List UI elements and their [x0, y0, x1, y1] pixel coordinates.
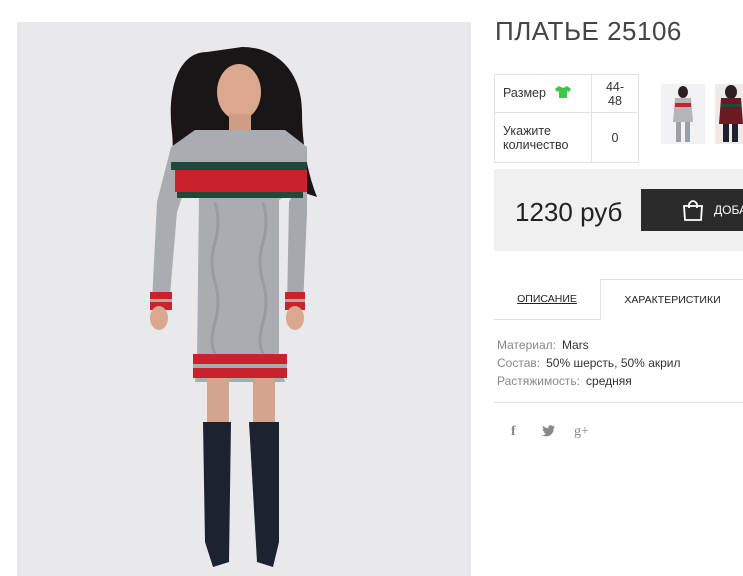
thumbnail-image[interactable] [715, 84, 743, 144]
characteristic-value: средняя [586, 374, 632, 388]
twitter-icon[interactable] [541, 424, 555, 440]
characteristic-row: Состав: 50% шерсть, 50% акрил [497, 354, 681, 372]
tab-characteristics[interactable]: ХАРАКТЕРИСТИКИ [600, 279, 743, 320]
characteristic-key: Растяжимость: [497, 374, 581, 388]
size-value[interactable]: 44-48 [591, 74, 639, 113]
size-label: Размер [503, 85, 546, 100]
tab-characteristics-label: ХАРАКТЕРИСТИКИ [624, 294, 721, 306]
googleplus-icon[interactable]: g+ [574, 424, 589, 440]
tshirt-icon[interactable] [555, 85, 572, 102]
tab-description[interactable]: ОПИСАНИЕ [494, 279, 600, 320]
quantity-label: Укажите количество [494, 112, 592, 163]
characteristic-value: Mars [561, 338, 589, 352]
characteristic-key: Материал: [497, 338, 556, 352]
thumbnail-image[interactable] [661, 84, 705, 144]
add-to-cart-button[interactable]: ДОБА [641, 189, 743, 231]
facebook-icon[interactable]: f [511, 424, 516, 440]
price-box: 1230 руб ДОБА [494, 169, 743, 251]
characteristic-key: Состав: [497, 356, 541, 370]
characteristic-row: Материал: Mars [497, 336, 681, 354]
divider [494, 402, 743, 403]
dress-model-illustration [150, 47, 317, 567]
product-title: ПЛАТЬЕ 25106 [495, 16, 682, 46]
size-quantity-table: Размер 44-48 Укажите количество 0 [494, 74, 639, 163]
characteristic-row: Растяжимость: средняя [497, 372, 681, 390]
characteristic-value: 50% шерсть, 50% акрил [546, 356, 681, 370]
product-main-image[interactable] [17, 22, 471, 576]
add-to-cart-label: ДОБА [714, 203, 743, 217]
characteristics-list: Материал: Mars Состав: 50% шерсть, 50% акр… [497, 336, 681, 390]
quantity-input[interactable]: 0 [591, 112, 639, 163]
shopping-bag-icon [681, 198, 705, 227]
product-tabs: ОПИСАНИЕ ХАРАКТЕРИСТИКИ [494, 279, 743, 320]
size-label-cell: Размер [494, 74, 592, 113]
tab-description-label: ОПИСАНИЕ [517, 293, 577, 305]
price: 1230 руб [515, 197, 623, 227]
